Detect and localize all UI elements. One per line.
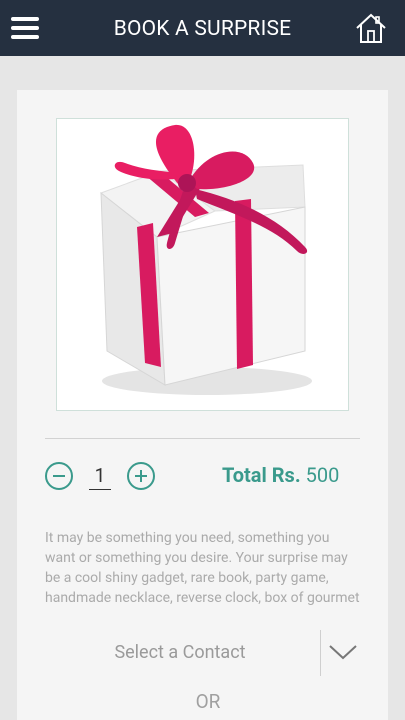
select-contact-dropdown[interactable]: Select a Contact [45,630,367,676]
gift-box-image [56,118,349,411]
home-icon[interactable] [355,12,387,44]
top-app-bar: BOOK A SURPRISE [0,0,405,56]
page-title: BOOK A SURPRISE [113,17,292,41]
product-card: 1 Total Rs. 500 It may be something you … [17,90,388,720]
plus-circle-icon[interactable] [127,462,155,490]
chevron-down-icon[interactable] [328,642,358,662]
quantity-value[interactable]: 1 [89,464,111,490]
total-price: Total Rs. 500 [222,463,339,487]
total-label: Total Rs. [222,463,301,487]
total-amount: 500 [305,463,340,487]
or-separator: OR [195,690,221,713]
product-description: It may be something you need, something … [45,530,360,606]
minus-circle-icon[interactable] [45,462,73,490]
select-contact-label: Select a Contact [114,642,246,663]
divider [45,438,360,439]
divider [320,630,321,676]
